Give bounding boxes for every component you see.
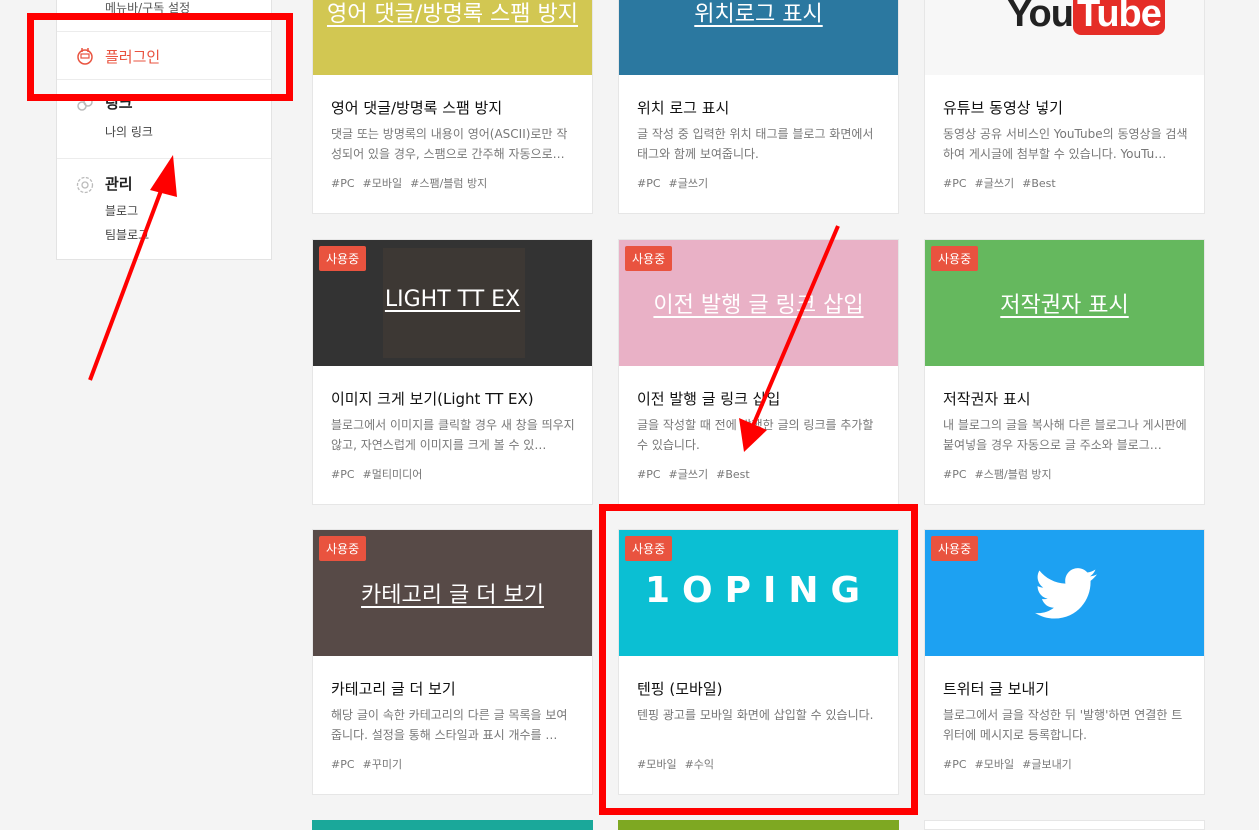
plugin-card[interactable]: You Tube 유튜브 동영상 넣기 동영상 공유 서비스인 YouTube의 … [924,0,1205,214]
annotation-box-plugin-menu [27,13,293,101]
in-use-badge: 사용중 [931,536,979,561]
tag: #PC [331,177,355,190]
in-use-badge: 사용중 [319,246,367,271]
plugin-card-partial[interactable] [618,820,899,830]
thumbnail-title: 영어 댓글/방명록 스팸 방지 [326,2,579,27]
plugin-name: 이전 발행 글 링크 삽입 [637,390,781,408]
tag: #글쓰기 [668,177,709,190]
tag: #PC [943,177,967,190]
plugin-name: 저작권자 표시 [943,390,1031,408]
tag: #글쓰기 [668,468,709,481]
tag: #PC [943,468,967,481]
plugin-thumbnail: 이전 발행 글 링크 삽입 사용중 [619,240,898,366]
plugin-description: 해당 글이 속한 카테고리의 다른 글 목록을 보여줍니다. 설정을 통해 스타… [331,708,568,742]
plugin-tags: #PC #글쓰기 #Best [637,466,758,482]
annotation-box-tenping-card [599,504,918,815]
plugin-description: 글을 작성할 때 전에 발행한 글의 링크를 추가할 수 있습니다. [637,418,874,452]
plugin-thumbnail: 사용중 [925,530,1204,656]
plugin-tags: #PC #글쓰기 #Best [943,175,1064,191]
plugin-tags: #PC #글쓰기 [637,175,716,191]
plugin-tags: #PC #멀티미디어 [331,466,430,482]
thumbnail-title: 이전 발행 글 링크 삽입 [653,293,864,318]
tag: #Best [1022,177,1056,190]
plugin-thumbnail: You Tube [925,0,1204,75]
twitter-bird-icon [1035,568,1097,624]
plugin-card[interactable]: 사용중 트위터 글 보내기 블로그에서 글을 작성한 뒤 '발행'하면 연결한 … [924,529,1205,795]
youtube-logo-you: You [1007,0,1074,35]
youtube-logo: You Tube [1007,0,1165,36]
in-use-badge: 사용중 [319,536,367,561]
plugin-thumbnail: LIGHT TT EX 사용중 [313,240,592,366]
in-use-badge: 사용중 [625,246,673,271]
tag: #모바일 [362,177,403,190]
plugin-description: 블로그에서 글을 작성한 뒤 '발행'하면 연결한 트위터에 메시지로 등록합니… [943,708,1183,742]
plugin-card[interactable]: 이전 발행 글 링크 삽입 사용중 이전 발행 글 링크 삽입 글을 작성할 때… [618,239,899,505]
plugin-tags: #PC #모바일 #스팸/블럼 방지 [331,175,495,191]
tag: #스팸/블럼 방지 [410,177,488,190]
plugin-name: 위치 로그 표시 [637,99,730,117]
plugin-name: 유튜브 동영상 넣기 [943,99,1063,117]
sidebar-item-label: 관리 [105,175,133,193]
plugin-card[interactable]: LIGHT TT EX 사용중 이미지 크게 보기(Light TT EX) 블… [312,239,593,505]
plugin-name: 트위터 글 보내기 [943,680,1050,698]
plugin-tags: #PC #꾸미기 [331,756,410,772]
plugin-description: 블로그에서 이미지를 클릭할 경우 새 창을 띄우지 않고, 자연스럽게 이미지… [331,418,575,452]
gear-icon [75,175,95,195]
plugin-description: 댓글 또는 방명록의 내용이 영어(ASCII)로만 작성되어 있을 경우, 스… [331,127,568,161]
tag: #멀티미디어 [362,468,423,481]
tag: #PC [637,177,661,190]
tag: #글쓰기 [974,177,1015,190]
plugin-description: 내 블로그의 글을 복사해 다른 블로그나 게시판에 붙여넣을 경우 자동으로 … [943,418,1187,452]
tag: #Best [716,468,750,481]
plugin-card[interactable]: 위치로그 표시 위치 로그 표시 글 작성 중 입력한 위치 태그를 블로그 화… [618,0,899,214]
sidebar-sub-blog[interactable]: 블로그 [105,202,138,219]
plugin-card[interactable]: 저작권자 표시 사용중 저작권자 표시 내 블로그의 글을 복사해 다른 블로그… [924,239,1205,505]
in-use-badge: 사용중 [931,246,979,271]
tag: #글보내기 [1022,758,1072,771]
sidebar-sub-team-blog[interactable]: 팀블로그 [105,226,149,243]
tag: #PC [331,758,355,771]
tag: #PC [943,758,967,771]
plugin-description: 동영상 공유 서비스인 YouTube의 동영상을 검색하여 게시글에 첨부할 … [943,127,1188,161]
plugin-tags: #PC #모바일 #글보내기 [943,756,1080,772]
plugin-description: 글 작성 중 입력한 위치 태그를 블로그 화면에서 태그와 함께 보여줍니다. [637,127,874,161]
plugin-card-partial[interactable] [924,820,1205,830]
plugin-thumbnail: 영어 댓글/방명록 스팸 방지 [313,0,592,75]
plugin-name: 영어 댓글/방명록 스팸 방지 [331,99,503,117]
plugin-card[interactable]: 영어 댓글/방명록 스팸 방지 영어 댓글/방명록 스팸 방지 댓글 또는 방명… [312,0,593,214]
youtube-logo-tube: Tube [1072,0,1165,35]
sidebar-sub-my-link[interactable]: 나의 링크 [105,123,153,140]
plugin-tags: #PC #스팸/블럼 방지 [943,466,1060,482]
plugin-thumbnail: 카테고리 글 더 보기 사용중 [313,530,592,656]
tag: #PC [637,468,661,481]
plugin-thumbnail: 저작권자 표시 사용중 [925,240,1204,366]
thumbnail-title: 카테고리 글 더 보기 [361,583,544,608]
tag: #모바일 [974,758,1015,771]
tag: #PC [331,468,355,481]
tag: #꾸미기 [362,758,403,771]
thumbnail-title: LIGHT TT EX [384,287,521,312]
plugin-name: 이미지 크게 보기(Light TT EX) [331,390,534,408]
thumbnail-title: 위치로그 표시 [694,2,823,27]
plugin-thumbnail: 위치로그 표시 [619,0,898,75]
plugin-name: 카테고리 글 더 보기 [331,680,456,698]
thumbnail-title: 저작권자 표시 [1000,293,1129,318]
plugin-card[interactable]: 카테고리 글 더 보기 사용중 카테고리 글 더 보기 해당 글이 속한 카테고… [312,529,593,795]
tag: #스팸/블럼 방지 [974,468,1052,481]
sidebar-item-manage[interactable]: 관리 블로그 팀블로그 [57,158,271,261]
plugin-card-partial[interactable] [312,820,593,830]
